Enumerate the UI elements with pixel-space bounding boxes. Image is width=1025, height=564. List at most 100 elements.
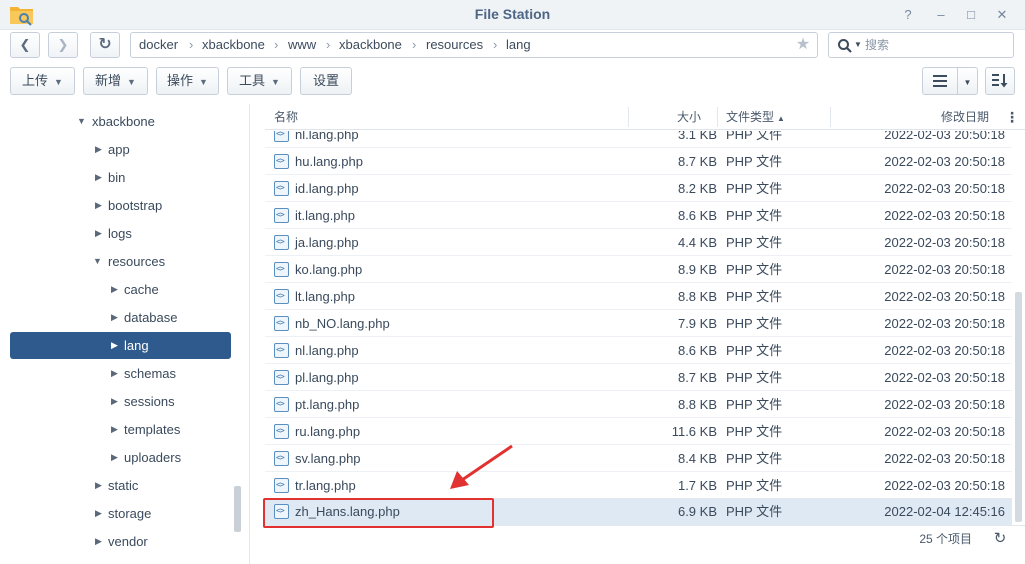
table-row[interactable]: nl.lang.php 3.1 KB PHP 文件 2022-02-03 20:… <box>265 131 1012 148</box>
collapsed-triangle-icon[interactable]: ▶ <box>95 500 102 527</box>
file-type: PHP 文件 <box>726 235 783 250</box>
breadcrumb-xbackbone[interactable]: xbackbone <box>202 33 265 57</box>
panel-divider[interactable] <box>249 104 250 564</box>
file-modified: 2022-02-03 20:50:18 <box>884 370 1005 385</box>
file-modified: 2022-02-03 20:50:18 <box>884 235 1005 250</box>
column-header-type[interactable]: 文件类型 ▲ <box>726 104 785 130</box>
tree-item-storage[interactable]: ▶ storage <box>10 500 231 527</box>
list-view-button[interactable] <box>922 67 958 95</box>
refresh-icon: ↻ <box>98 36 112 53</box>
close-button[interactable]: ✕ <box>992 5 1012 25</box>
expanded-triangle-icon[interactable]: ▼ <box>77 108 86 135</box>
collapsed-triangle-icon[interactable]: ▶ <box>95 192 102 219</box>
tree-item-static[interactable]: ▶ static <box>10 472 231 499</box>
collapsed-triangle-icon[interactable]: ▶ <box>111 332 118 359</box>
collapsed-triangle-icon[interactable]: ▶ <box>95 528 102 555</box>
action-button[interactable]: 操作 ▼ <box>156 67 219 95</box>
tree-item-resources[interactable]: ▼ resources <box>10 248 231 275</box>
table-row[interactable]: sv.lang.php 8.4 KB PHP 文件 2022-02-03 20:… <box>265 445 1012 472</box>
refresh-button[interactable]: ↻ <box>90 32 120 58</box>
table-row[interactable]: pl.lang.php 8.7 KB PHP 文件 2022-02-03 20:… <box>265 364 1012 391</box>
table-row[interactable]: hu.lang.php 8.7 KB PHP 文件 2022-02-03 20:… <box>265 148 1012 175</box>
tree-item-app[interactable]: ▶ app <box>10 136 231 163</box>
collapsed-triangle-icon[interactable]: ▶ <box>95 220 102 247</box>
collapsed-triangle-icon[interactable]: ▶ <box>95 472 102 499</box>
table-row[interactable]: it.lang.php 8.6 KB PHP 文件 2022-02-03 20:… <box>265 202 1012 229</box>
breadcrumb-docker[interactable]: docker <box>139 33 178 57</box>
view-options-dropdown[interactable]: ▼ <box>957 67 978 95</box>
table-row[interactable]: pt.lang.php 8.8 KB PHP 文件 2022-02-03 20:… <box>265 391 1012 418</box>
file-size: 8.8 KB <box>677 397 717 412</box>
tree-item-label: storage <box>108 506 152 521</box>
search-input[interactable] <box>865 34 1011 56</box>
collapsed-triangle-icon[interactable]: ▶ <box>111 416 118 443</box>
file-size: 8.9 KB <box>677 262 717 277</box>
tree-item-templates[interactable]: ▶ templates <box>10 416 231 443</box>
upload-button[interactable]: 上传 ▼ <box>10 67 75 95</box>
create-button[interactable]: 新增 ▼ <box>83 67 148 95</box>
help-button[interactable]: ? <box>898 5 918 25</box>
forward-button[interactable]: ❯ <box>48 32 78 58</box>
breadcrumb-separator: › <box>326 37 331 52</box>
tree-item-sessions[interactable]: ▶ sessions <box>10 388 231 415</box>
breadcrumb-resources[interactable]: resources <box>426 33 483 57</box>
table-row[interactable]: ko.lang.php 8.9 KB PHP 文件 2022-02-03 20:… <box>265 256 1012 283</box>
breadcrumb-separator: › <box>189 37 194 52</box>
file-name: nl.lang.php <box>295 343 359 358</box>
collapsed-triangle-icon[interactable]: ▶ <box>111 360 118 387</box>
column-header-name[interactable]: 名称 <box>274 104 298 130</box>
tree-item-vendor[interactable]: ▶ vendor <box>10 528 231 555</box>
path-bar[interactable]: docker › xbackbone › www › xbackbone › r… <box>130 32 818 58</box>
collapsed-triangle-icon[interactable]: ▶ <box>111 444 118 471</box>
settings-button[interactable]: 设置 <box>300 67 352 95</box>
sort-button[interactable] <box>985 67 1015 95</box>
tree-item-schemas[interactable]: ▶ schemas <box>10 360 231 387</box>
column-menu-icon[interactable]: ⋮ <box>1005 104 1019 130</box>
column-divider[interactable] <box>830 107 831 127</box>
tree-item-database[interactable]: ▶ database <box>10 304 231 331</box>
footer-refresh-icon[interactable]: ↻ <box>990 529 1010 549</box>
collapsed-triangle-icon[interactable]: ▶ <box>111 304 118 331</box>
collapsed-triangle-icon[interactable]: ▶ <box>111 276 118 303</box>
table-row[interactable]: nb_NO.lang.php 7.9 KB PHP 文件 2022-02-03 … <box>265 310 1012 337</box>
maximize-button[interactable]: □ <box>961 5 981 25</box>
collapsed-triangle-icon[interactable]: ▶ <box>95 136 102 163</box>
table-row[interactable]: ru.lang.php 11.6 KB PHP 文件 2022-02-03 20… <box>265 418 1012 445</box>
tree-item-cache[interactable]: ▶ cache <box>10 276 231 303</box>
column-divider[interactable] <box>717 107 718 127</box>
tree-item-bin[interactable]: ▶ bin <box>10 164 231 191</box>
tree-item-uploaders[interactable]: ▶ uploaders <box>10 444 231 471</box>
list-scrollbar[interactable] <box>1015 292 1022 522</box>
item-count: 25 个项目 <box>919 532 972 546</box>
column-header-size[interactable]: 大小 <box>677 104 701 130</box>
back-button[interactable]: ❮ <box>10 32 40 58</box>
file-type: PHP 文件 <box>726 131 783 142</box>
file-size: 8.2 KB <box>677 181 717 196</box>
table-row[interactable]: lt.lang.php 8.8 KB PHP 文件 2022-02-03 20:… <box>265 283 1012 310</box>
tree-item-logs[interactable]: ▶ logs <box>10 220 231 247</box>
search-box[interactable]: ▼ <box>828 32 1014 58</box>
table-row[interactable]: id.lang.php 8.2 KB PHP 文件 2022-02-03 20:… <box>265 175 1012 202</box>
collapsed-triangle-icon[interactable]: ▶ <box>111 388 118 415</box>
expanded-triangle-icon[interactable]: ▼ <box>93 248 102 275</box>
tree-scrollbar[interactable] <box>234 486 241 532</box>
table-row[interactable]: tr.lang.php 1.7 KB PHP 文件 2022-02-03 20:… <box>265 472 1012 499</box>
breadcrumb-lang[interactable]: lang <box>506 33 531 57</box>
minimize-button[interactable]: – <box>931 5 951 25</box>
tree-item-xbackbone[interactable]: ▼ xbackbone <box>10 108 231 135</box>
breadcrumb-xbackbone-2[interactable]: xbackbone <box>339 33 402 57</box>
table-row[interactable]: nl.lang.php 8.6 KB PHP 文件 2022-02-03 20:… <box>265 337 1012 364</box>
tree-item-bootstrap[interactable]: ▶ bootstrap <box>10 192 231 219</box>
file-name: nb_NO.lang.php <box>295 316 390 331</box>
column-divider[interactable] <box>628 107 629 127</box>
column-header-modified[interactable]: 修改日期 <box>941 104 989 130</box>
search-options-caret-icon[interactable]: ▼ <box>854 40 862 49</box>
collapsed-triangle-icon[interactable]: ▶ <box>95 164 102 191</box>
tree-item-lang[interactable]: ▶ lang <box>10 332 231 359</box>
star-icon[interactable]: ★ <box>793 35 813 55</box>
file-size: 1.7 KB <box>677 478 717 493</box>
breadcrumb-www[interactable]: www <box>288 33 316 57</box>
tools-button[interactable]: 工具 ▼ <box>227 67 292 95</box>
table-row[interactable]: ja.lang.php 4.4 KB PHP 文件 2022-02-03 20:… <box>265 229 1012 256</box>
file-size: 8.6 KB <box>677 343 717 358</box>
